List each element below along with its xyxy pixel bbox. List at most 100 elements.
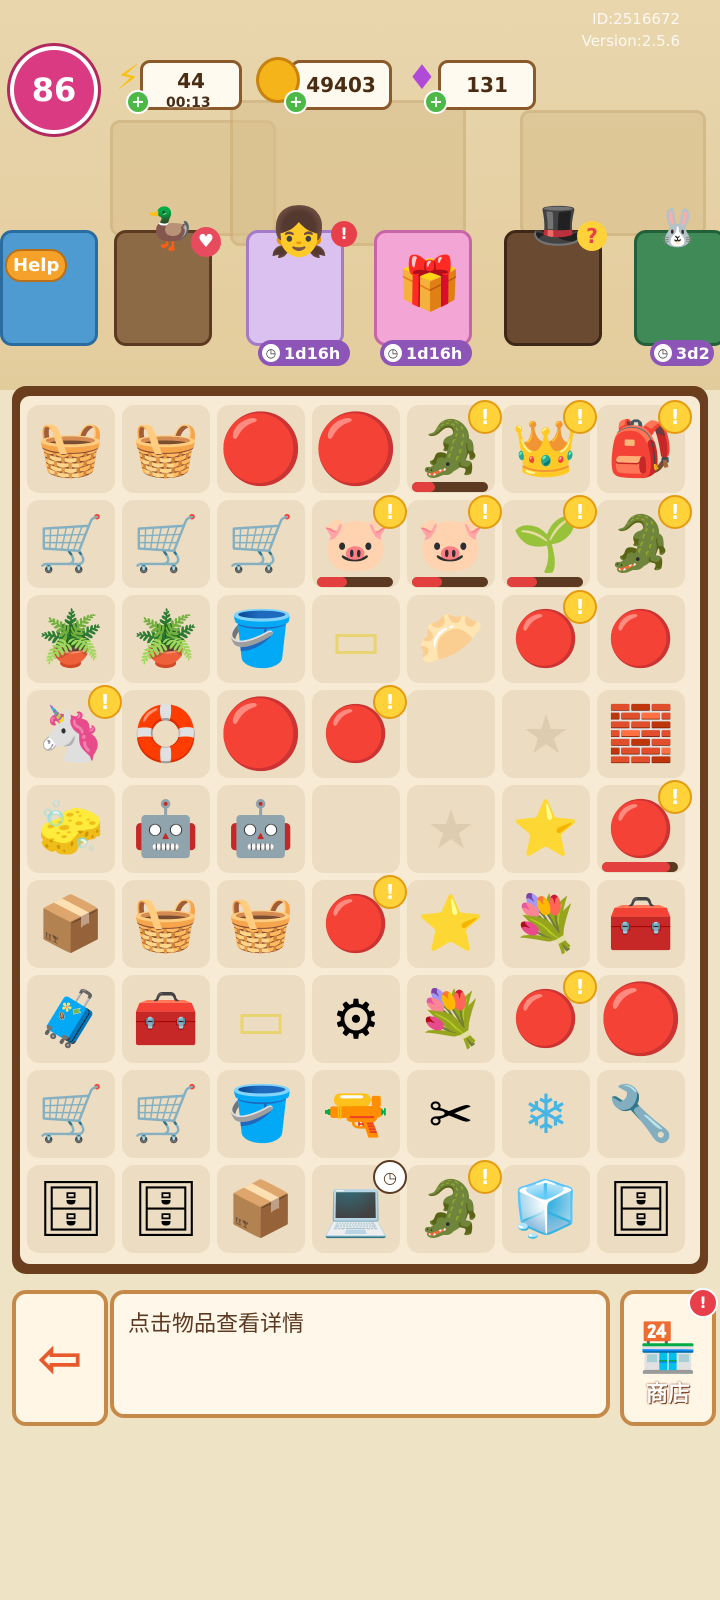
- exit-button[interactable]: ⇦: [12, 1290, 108, 1426]
- girl-customer-character[interactable]: 👧 !: [246, 204, 357, 346]
- progress-fill: [412, 482, 435, 492]
- star-slot-item[interactable]: ★: [406, 784, 496, 874]
- gift-box-timer: ◷ 1d16h: [380, 340, 473, 366]
- red-slime-king-item[interactable]: 🔴: [311, 404, 401, 494]
- empty-pot-item[interactable]: 🪣: [216, 594, 306, 684]
- blue-star-item[interactable]: ⭐: [406, 879, 496, 969]
- shop-alert-icon: !: [688, 1288, 718, 1318]
- item-info-text: 点击物品查看详情: [128, 1312, 305, 1337]
- duck-cart-item[interactable]: 🛒: [216, 499, 306, 589]
- board-cell[interactable]: [407, 690, 495, 778]
- sprout-pot-item[interactable]: 🪴: [26, 594, 116, 684]
- help-sign-character[interactable]: Help: [0, 230, 98, 346]
- cardboard-box-item[interactable]: 📦: [216, 1164, 306, 1254]
- flower-vase-item[interactable]: 💐: [406, 974, 496, 1064]
- yellow-locker-item[interactable]: 🗄: [121, 1164, 211, 1254]
- treasure-chest-item[interactable]: 🧰: [596, 879, 686, 969]
- red-slime-king-item[interactable]: 🔴: [596, 974, 686, 1064]
- gift-box-character[interactable]: 🎁: [374, 230, 472, 346]
- alert-badge-icon: !: [563, 590, 597, 624]
- alert-badge-icon: !: [563, 495, 597, 529]
- wicker-basket-item[interactable]: 🧺: [121, 404, 211, 494]
- dumpling-duck-item[interactable]: 🥟: [406, 594, 496, 684]
- tool-bucket-item[interactable]: 🪣: [216, 1069, 306, 1159]
- gem-counter[interactable]: 131: [438, 60, 536, 110]
- alert-badge-icon: !: [658, 495, 692, 529]
- progress-fill: [317, 577, 348, 587]
- energy-timer: 00:13: [166, 95, 211, 111]
- progress-bar: [602, 862, 678, 872]
- add-coins-button[interactable]: +: [284, 90, 308, 114]
- progress-bar: [412, 482, 488, 492]
- duck-icon: 🦆: [145, 206, 195, 252]
- build-info: ID:2516672 Version:2.5.6: [582, 8, 680, 52]
- basket-cart-item[interactable]: 🧺: [121, 879, 211, 969]
- ab-roller-item[interactable]: ⚙: [311, 974, 401, 1064]
- alert-badge-icon: !: [658, 780, 692, 814]
- box-cart-item[interactable]: 📦: [26, 879, 116, 969]
- yellow-cabinet-item[interactable]: 🗄: [596, 1164, 686, 1254]
- gem-value: 131: [466, 73, 508, 97]
- level-badge[interactable]: 86: [10, 46, 98, 134]
- alert-icon: !: [331, 221, 357, 247]
- duck-cart-item[interactable]: 🛒: [121, 499, 211, 589]
- girl-customer-timer: ◷ 1d16h: [258, 340, 351, 366]
- yellow-tray-item[interactable]: ▭: [216, 974, 306, 1064]
- clock-icon: ◷: [654, 344, 672, 362]
- magician-duck-character[interactable]: 🎩 ?: [504, 200, 607, 346]
- green-case-item[interactable]: 🧳: [26, 974, 116, 1064]
- craft-table-item[interactable]: ✂: [406, 1069, 496, 1159]
- coin-value: 49403: [306, 73, 376, 97]
- robot-vacuum-blue-item[interactable]: 🤖: [216, 784, 306, 874]
- heart-icon: ♥: [191, 227, 221, 257]
- mailman-duck-character[interactable]: 🦆 ♥: [114, 206, 221, 346]
- soil-pot-item[interactable]: 🪴: [121, 594, 211, 684]
- progress-bar: [507, 577, 583, 587]
- add-energy-button[interactable]: +: [126, 90, 150, 114]
- alert-badge-icon: !: [88, 685, 122, 719]
- version-text: Version:2.5.6: [581, 32, 680, 50]
- garden-cart-item[interactable]: 🛒: [26, 1069, 116, 1159]
- duck-cart-item[interactable]: 🛒: [26, 499, 116, 589]
- red-slime-king-item[interactable]: 🔴: [216, 689, 306, 779]
- alert-badge-icon: !: [658, 400, 692, 434]
- blue-star-big-item[interactable]: ❄: [501, 1069, 591, 1159]
- progress-fill: [507, 577, 538, 587]
- robot-vacuum-white-item[interactable]: 🤖: [121, 784, 211, 874]
- mop-robot-item[interactable]: 🧽: [26, 784, 116, 874]
- energy-value: 44: [177, 69, 205, 93]
- add-gems-button[interactable]: +: [424, 90, 448, 114]
- exit-icon: ⇦: [37, 1326, 83, 1390]
- board-cell[interactable]: [312, 785, 400, 873]
- alert-badge-icon: !: [373, 685, 407, 719]
- locker-item[interactable]: 🗄: [26, 1164, 116, 1254]
- item-info-panel: 点击物品查看详情: [110, 1290, 610, 1418]
- blue-cubes-item[interactable]: 🧊: [501, 1164, 591, 1254]
- yellow-frame-item[interactable]: ▭: [311, 594, 401, 684]
- alert-badge-icon: !: [563, 970, 597, 1004]
- garden-cart-item[interactable]: 🛒: [121, 1069, 211, 1159]
- alert-badge-icon: !: [373, 495, 407, 529]
- level-number: 86: [31, 71, 77, 109]
- tool-case-item[interactable]: 🧰: [121, 974, 211, 1064]
- red-slime-item[interactable]: 🔴: [596, 594, 686, 684]
- girl-icon: 👧: [269, 204, 329, 260]
- flower-basket-item[interactable]: 🧺: [26, 404, 116, 494]
- progress-bar: [412, 577, 488, 587]
- green-drill-item[interactable]: 🔧: [596, 1069, 686, 1159]
- blue-float-item[interactable]: 🛟: [121, 689, 211, 779]
- red-slime-king-item[interactable]: 🔴: [216, 404, 306, 494]
- dumbbell-basket-item[interactable]: 🧺: [216, 879, 306, 969]
- shop-button[interactable]: 🏪 商店 !: [620, 1288, 718, 1426]
- player-id: ID:2516672: [592, 10, 680, 28]
- blue-star-small-item[interactable]: ⭐: [501, 784, 591, 874]
- bunny-shop-character[interactable]: 🐰: [634, 208, 720, 346]
- alert-badge-icon: !: [468, 495, 502, 529]
- bricks-item[interactable]: 🧱: [596, 689, 686, 779]
- bunny-icon: 🐰: [655, 208, 700, 249]
- drill-saw-item[interactable]: 🔫: [311, 1069, 401, 1159]
- question-icon: ?: [577, 221, 607, 251]
- lavender-item[interactable]: 💐: [501, 879, 591, 969]
- alert-badge-icon: !: [563, 400, 597, 434]
- star-slot-item[interactable]: ★: [501, 689, 591, 779]
